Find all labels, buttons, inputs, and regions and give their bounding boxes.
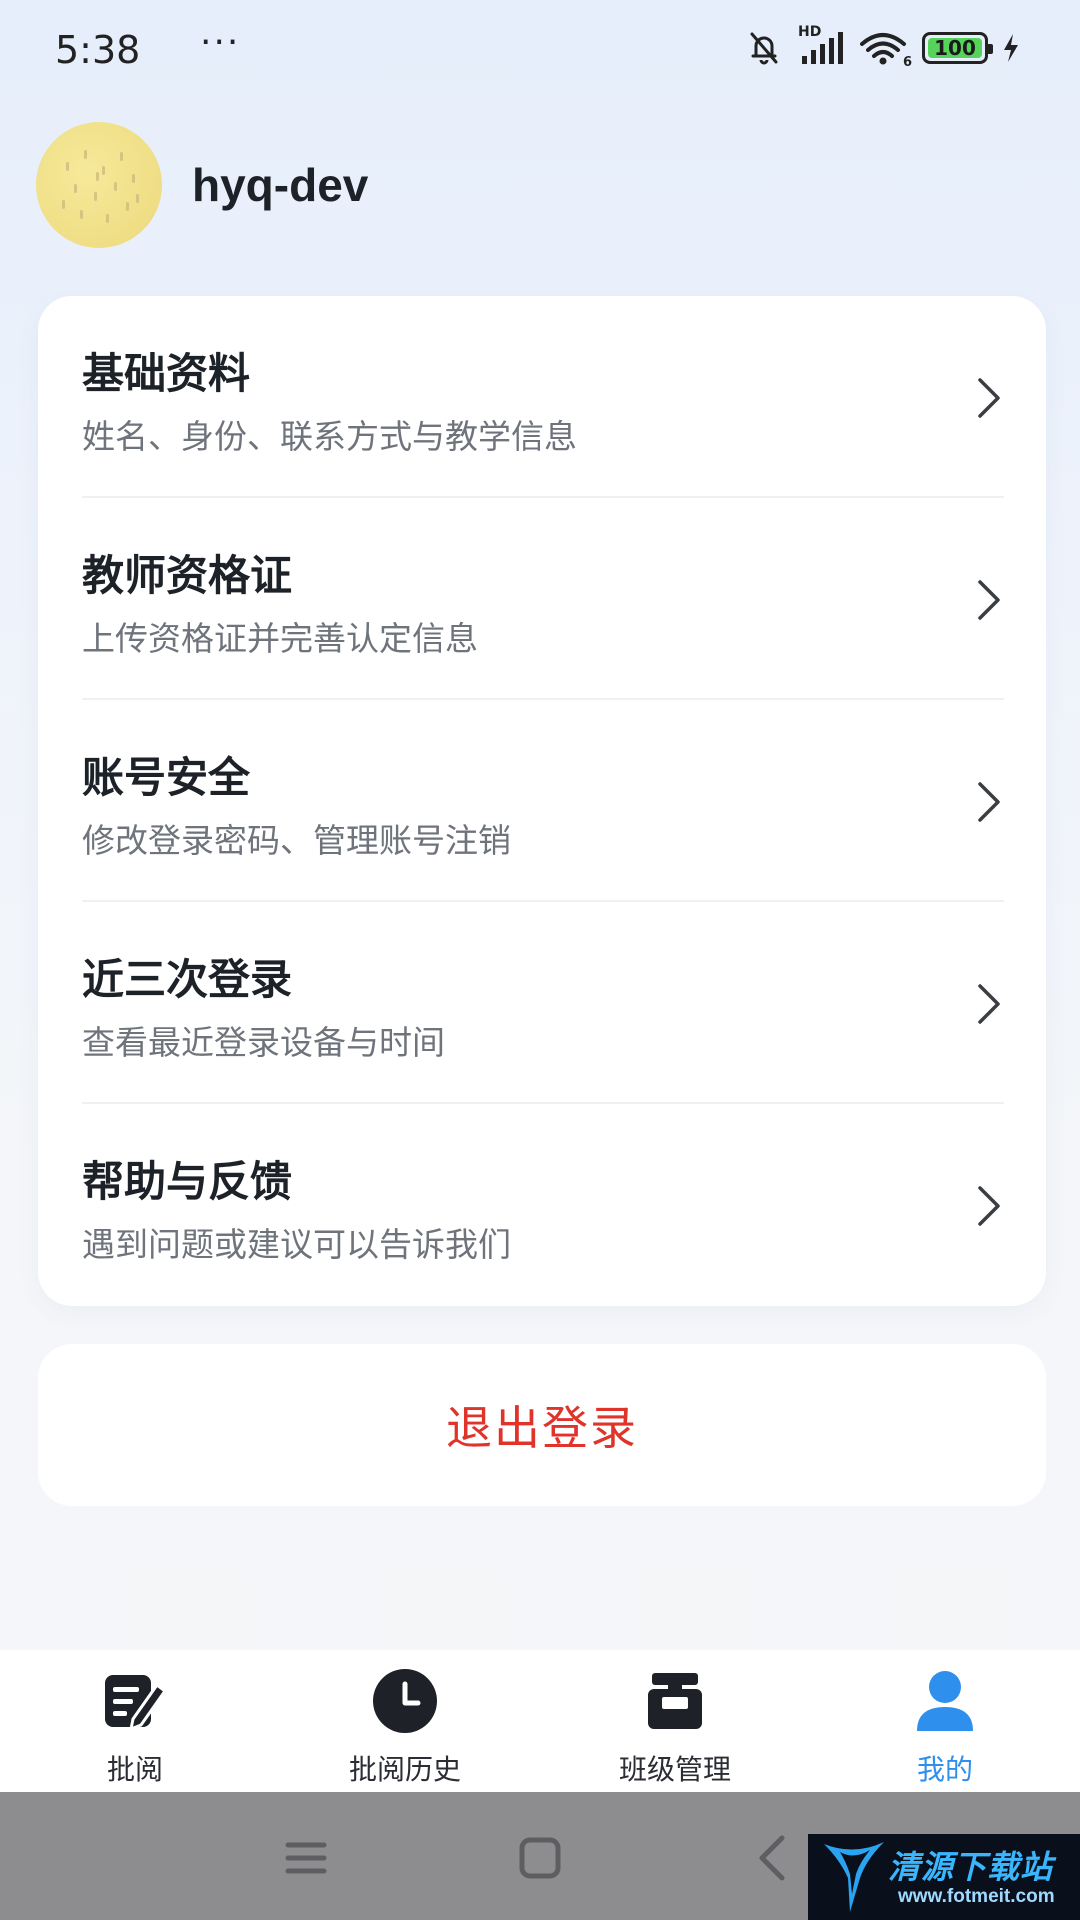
tab-label: 批阅 [106, 1753, 163, 1786]
status-bar: 5:38 ··· HD 6 100 [0, 0, 1080, 100]
menu-item-title: 近三次登录 [82, 955, 293, 1004]
bell-muted-icon [744, 28, 784, 68]
user-icon [912, 1668, 978, 1734]
wifi-icon: 6 [858, 30, 912, 70]
menu-item-desc: 姓名、身份、联系方式与教学信息 [82, 417, 577, 456]
more-dots-icon: ··· [200, 22, 241, 63]
tab-label: 我的 [916, 1753, 973, 1786]
profile-header[interactable]: hyq-dev [36, 122, 368, 248]
username: hyq-dev [192, 159, 369, 211]
signal-icon: HD [798, 24, 844, 66]
watermark-text: 清源下载站 [888, 1848, 1054, 1886]
tab-label: 班级管理 [618, 1753, 731, 1786]
avatar[interactable] [36, 122, 162, 248]
watermark-url: www.fotmeit.com [898, 1886, 1055, 1907]
menu-item-desc: 查看最近登录设备与时间 [82, 1023, 445, 1062]
charging-icon [1002, 33, 1020, 63]
tab-review-history[interactable]: 批阅历史 [270, 1650, 540, 1792]
battery-icon: 100 [922, 32, 993, 64]
network-label: HD [798, 24, 822, 40]
chevron-right-icon [978, 1186, 1000, 1226]
menu-item-help-feedback[interactable]: 帮助与反馈 遇到问题或建议可以告诉我们 [38, 1104, 1046, 1306]
status-time: 5:38 [55, 28, 141, 72]
watermark-logo: 清源下载站 www.fotmeit.com [808, 1834, 1080, 1920]
menu-item-teacher-certificate[interactable]: 教师资格证 上传资格证并完善认定信息 [38, 498, 1046, 700]
status-icons: HD 6 100 [744, 24, 1020, 70]
chevron-right-icon [978, 782, 1000, 822]
tab-review[interactable]: 批阅 [0, 1650, 270, 1792]
menu-item-desc: 遇到问题或建议可以告诉我们 [82, 1225, 511, 1264]
watermark-icon [824, 1842, 884, 1912]
chevron-right-icon [978, 580, 1000, 620]
menu-item-title: 帮助与反馈 [82, 1157, 293, 1206]
chevron-right-icon [978, 984, 1000, 1024]
menu-icon[interactable] [276, 1828, 336, 1888]
home-icon[interactable] [510, 1828, 570, 1888]
clock-icon [372, 1668, 438, 1734]
menu-item-title: 教师资格证 [82, 551, 293, 600]
back-icon[interactable] [744, 1828, 804, 1888]
logout-button[interactable]: 退出登录 [38, 1344, 1046, 1506]
menu-item-title: 基础资料 [82, 349, 251, 398]
menu-item-recent-logins[interactable]: 近三次登录 查看最近登录设备与时间 [38, 902, 1046, 1104]
edit-note-icon [102, 1668, 168, 1734]
bottom-tab-bar: 批阅 批阅历史 班级管理 我的 [0, 1650, 1080, 1792]
settings-menu-card: 基础资料 姓名、身份、联系方式与教学信息 教师资格证 上传资格证并完善认定信息 … [38, 296, 1046, 1306]
menu-item-desc: 修改登录密码、管理账号注销 [82, 821, 511, 860]
tab-label: 批阅历史 [348, 1753, 461, 1786]
menu-item-basic-info[interactable]: 基础资料 姓名、身份、联系方式与教学信息 [38, 296, 1046, 498]
tab-mine[interactable]: 我的 [810, 1650, 1080, 1792]
logout-label: 退出登录 [446, 1401, 638, 1455]
menu-item-title: 账号安全 [82, 753, 251, 802]
wifi-band: 6 [902, 55, 912, 70]
battery-level: 100 [934, 36, 976, 60]
tab-class-management[interactable]: 班级管理 [540, 1650, 810, 1792]
menu-item-desc: 上传资格证并完善认定信息 [82, 619, 478, 658]
chevron-right-icon [978, 378, 1000, 418]
class-manage-icon [642, 1668, 708, 1734]
menu-item-account-security[interactable]: 账号安全 修改登录密码、管理账号注销 [38, 700, 1046, 902]
